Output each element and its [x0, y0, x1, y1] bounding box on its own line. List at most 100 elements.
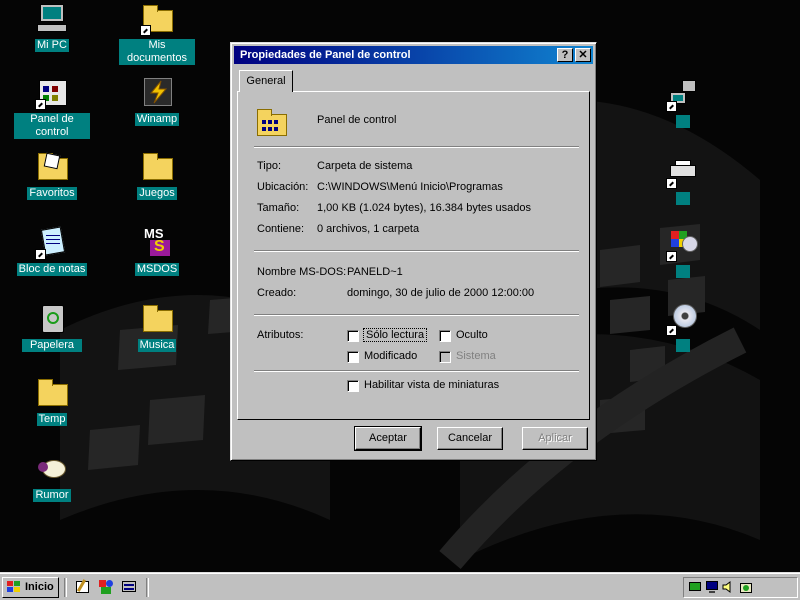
desktop-icon-rumor[interactable]: Rumor — [14, 452, 90, 502]
desktop-icon-music[interactable]: Musica — [119, 302, 195, 352]
thumbnail-view-checkbox[interactable] — [347, 380, 359, 392]
desktop-icon-label: MSDOS — [134, 263, 180, 276]
tab-general[interactable]: General — [239, 70, 293, 92]
recycle-bin-icon — [35, 302, 69, 336]
divider — [254, 314, 579, 316]
thumbnail-view-label: Habilitar vista de miniaturas — [364, 379, 500, 391]
multimedia-icon — [666, 228, 700, 262]
desktop-icon-control-panel[interactable]: Panel de control — [14, 76, 90, 139]
printer-icon — [666, 155, 700, 189]
properties-dialog: Propiedades de Panel de control ? ✕ Gene… — [230, 42, 597, 461]
desktop-icon-notepad[interactable]: Bloc de notas — [14, 226, 90, 276]
dialog-title: Propiedades de Panel de control — [240, 49, 411, 61]
size-value: 1,00 KB (1.024 bytes), 16.384 bytes usad… — [317, 202, 532, 214]
size-label: Tamaño: — [257, 202, 300, 214]
desktop-icon-label: Temp — [36, 413, 68, 426]
monitor-icon[interactable] — [705, 580, 719, 594]
desktop-icon-label: Mi PC — [35, 39, 69, 52]
desktop-icon-label: Mis documentos — [119, 39, 195, 65]
cd-rom-icon — [666, 302, 700, 336]
lightning-icon — [140, 76, 174, 110]
msdos-name-value: PANELD~1 — [347, 266, 403, 278]
desktop-icon-multimedia[interactable] — [645, 228, 721, 281]
control-panel-icon — [35, 76, 69, 110]
quick-launch-separator — [64, 578, 67, 597]
desktop-icon-label: Juegos — [137, 187, 177, 200]
folder-icon — [140, 150, 174, 184]
paint-icon[interactable] — [75, 579, 91, 595]
divider — [254, 146, 579, 148]
location-value: C:\WINDOWS\Menú Inicio\Programas — [317, 181, 503, 193]
start-label: Inicio — [25, 581, 54, 593]
desktop-icon-temp[interactable]: Temp — [14, 376, 90, 426]
type-label: Tipo: — [257, 160, 282, 172]
contains-label: Contiene: — [257, 223, 305, 235]
location-label: Ubicación: — [257, 181, 309, 193]
windows-logo-icon — [7, 581, 21, 594]
task-area-separator — [146, 578, 149, 597]
close-icon: ✕ — [578, 49, 588, 61]
desktop-icon-msdos[interactable]: MS S MSDOS — [119, 226, 195, 276]
speaker-icon[interactable] — [721, 580, 735, 594]
tab-panel-general: Panel de control Tipo: Carpeta de sistem… — [237, 91, 590, 420]
shapes-icon[interactable] — [98, 579, 114, 595]
help-icon: ? — [561, 49, 569, 61]
archive-checkbox[interactable] — [347, 351, 359, 363]
desktop-icon-my-computer[interactable]: Mi PC — [14, 2, 90, 52]
contains-value: 0 archivos, 1 carpeta — [317, 223, 420, 235]
ms-dos-icon: MS S — [140, 226, 174, 260]
dialog-title-bar[interactable]: Propiedades de Panel de control ? ✕ — [234, 46, 593, 64]
desktop-icon-printer[interactable] — [645, 155, 721, 208]
folder-icon — [140, 302, 174, 336]
hidden-label: Oculto — [456, 329, 488, 341]
tasks-icon[interactable] — [121, 579, 137, 595]
desktop-icon-network[interactable] — [645, 78, 721, 131]
divider — [254, 370, 579, 372]
system-tray — [683, 577, 798, 598]
hidden-checkbox[interactable] — [439, 330, 451, 342]
sheep-icon — [35, 452, 69, 486]
attributes-label: Atributos: — [257, 329, 304, 341]
desktop-icon-label — [676, 265, 690, 278]
desktop-icon-label: Favoritos — [27, 187, 77, 200]
desktop-icon-label: Bloc de notas — [16, 263, 88, 276]
created-value: domingo, 30 de julio de 2000 12:00:00 — [347, 287, 535, 299]
help-button[interactable]: ? — [557, 48, 573, 62]
msdos-name-label: Nombre MS-DOS: — [257, 266, 347, 278]
folder-icon — [35, 376, 69, 410]
desktop-icon-my-documents[interactable]: Mis documentos — [119, 2, 195, 65]
ok-button[interactable]: Aceptar — [354, 426, 422, 451]
desktop-icon-label: Winamp — [134, 113, 180, 126]
desktop-icon-games[interactable]: Juegos — [119, 150, 195, 200]
read-only-label: Sólo lectura — [362, 328, 428, 342]
desktop: Mi PC Panel de control Favoritos Bloc de… — [0, 0, 800, 572]
start-button[interactable]: Inicio — [2, 577, 59, 598]
cancel-button[interactable]: Cancelar — [437, 427, 503, 450]
computer-icon — [35, 2, 69, 36]
apply-button: Aplicar — [522, 427, 588, 450]
close-button[interactable]: ✕ — [575, 48, 591, 62]
divider — [254, 250, 579, 252]
scheduler-icon[interactable] — [739, 580, 753, 594]
system-label: Sistema — [456, 350, 496, 362]
desktop-icon-cd[interactable] — [645, 302, 721, 355]
network-computer-icon — [666, 78, 700, 112]
folder-icon — [140, 2, 174, 36]
taskbar: Inicio — [0, 572, 800, 600]
desktop-icon-recycle-bin[interactable]: Papelera — [14, 302, 90, 352]
folder-name: Panel de control — [317, 114, 397, 126]
desktop-icon-label: Papelera — [22, 339, 82, 352]
desktop-icon-winamp[interactable]: Winamp — [119, 76, 195, 126]
desktop-icon-favorites[interactable]: Favoritos — [14, 150, 90, 200]
open-folder-icon — [35, 150, 69, 184]
system-checkbox — [439, 351, 451, 363]
desktop-icon-label — [676, 339, 690, 352]
type-value: Carpeta de sistema — [317, 160, 413, 172]
control-panel-folder-icon — [254, 106, 287, 138]
network-icon[interactable] — [688, 580, 702, 594]
desktop-icon-label: Musica — [137, 339, 177, 352]
desktop-icon-label: Rumor — [33, 489, 71, 502]
desktop-icon-label — [676, 115, 690, 128]
read-only-checkbox[interactable] — [347, 330, 359, 342]
notepad-icon — [35, 226, 69, 260]
